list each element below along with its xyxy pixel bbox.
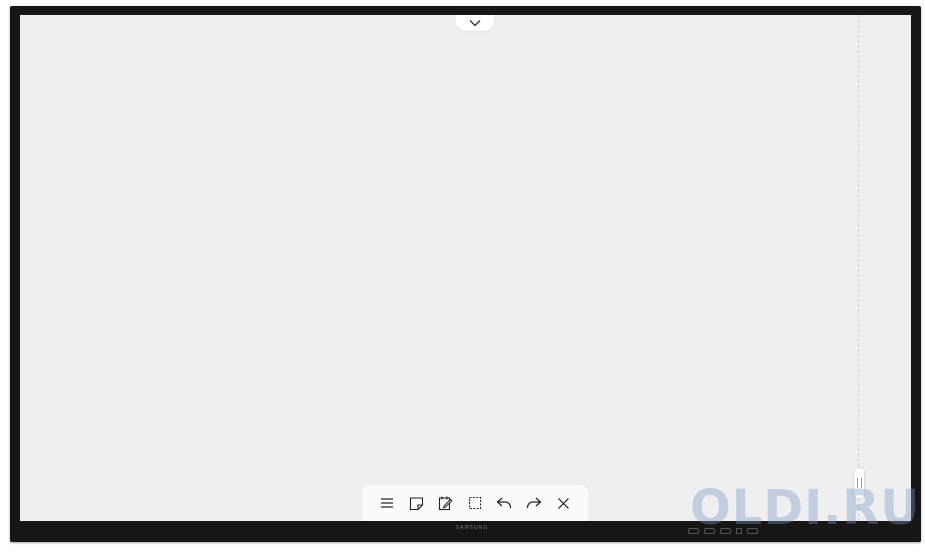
top-panel-toggle-button[interactable] xyxy=(456,15,494,31)
side-panel-divider xyxy=(858,15,859,521)
bezel-button[interactable] xyxy=(704,528,715,534)
sticky-note-button[interactable] xyxy=(406,493,426,513)
grip-icon xyxy=(856,478,862,488)
display-bezel: SAMSUNG xyxy=(10,6,921,542)
bezel-controls xyxy=(688,528,758,534)
undo-icon xyxy=(496,497,512,509)
brand-logo: SAMSUNG xyxy=(455,525,489,531)
menu-icon xyxy=(380,498,393,508)
undo-button[interactable] xyxy=(494,493,514,513)
bezel-button[interactable] xyxy=(688,528,699,534)
sticky-note-icon xyxy=(409,496,423,510)
redo-button[interactable] xyxy=(524,493,544,513)
bezel-button[interactable] xyxy=(736,528,742,534)
selection-button[interactable] xyxy=(465,493,485,513)
whiteboard-canvas[interactable] xyxy=(20,15,911,521)
close-icon xyxy=(557,497,569,509)
selection-icon xyxy=(468,496,482,510)
menu-button[interactable] xyxy=(377,493,397,513)
close-button[interactable] xyxy=(553,493,573,513)
chevron-down-icon xyxy=(469,20,481,27)
product-image: SAMSUNG OLDI.RU xyxy=(0,0,925,553)
edit-note-button[interactable] xyxy=(436,493,456,513)
side-panel-handle[interactable] xyxy=(853,467,865,499)
edit-note-icon xyxy=(438,496,453,511)
bezel-button[interactable] xyxy=(720,528,731,534)
bottom-toolbar xyxy=(362,485,588,521)
redo-icon xyxy=(526,497,542,509)
bezel-button[interactable] xyxy=(747,528,758,534)
